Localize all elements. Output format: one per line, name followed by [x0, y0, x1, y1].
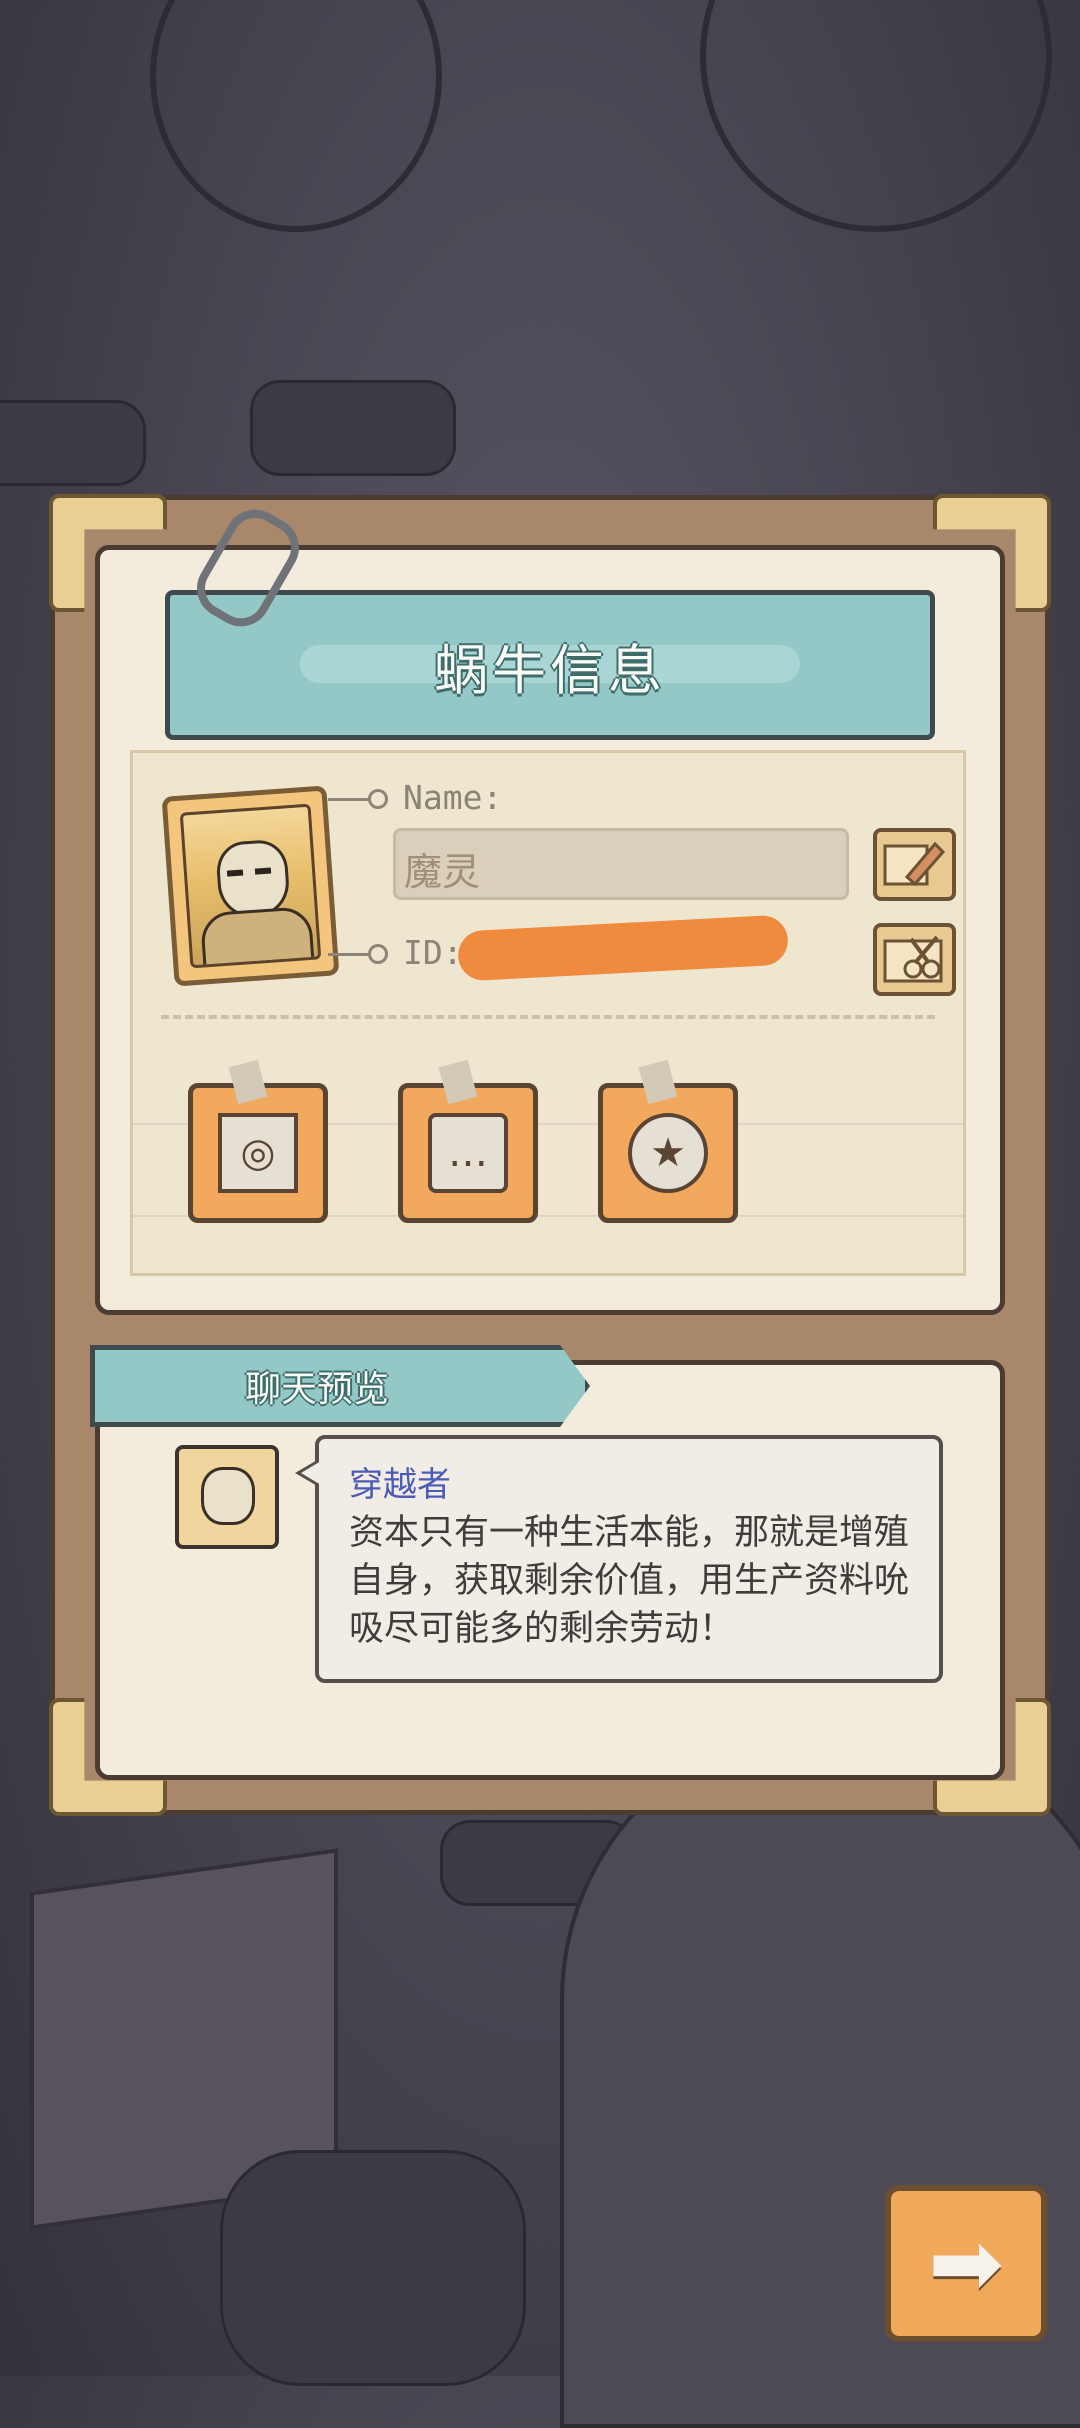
action-button-spiral[interactable]: ◎: [188, 1059, 328, 1223]
profile-card: 蜗牛信息 Name: 魔灵 ID: E ◎ … ★: [95, 545, 1005, 1315]
info-box: Name: 魔灵 ID: E o: [130, 750, 966, 1276]
edit-name-button[interactable]: [873, 828, 956, 901]
avatar-portrait: [179, 803, 322, 969]
copy-id-button[interactable]: [873, 923, 956, 996]
avatar-eye: [226, 869, 244, 877]
chat-bubble: 穿越者 资本只有一种生活本能，那就是增殖自身，获取剩余价值，用生产资料吮吸尽可能…: [295, 1435, 943, 1683]
name-label: Name:: [403, 778, 503, 817]
spiral-icon: ◎: [218, 1113, 298, 1193]
avatar[interactable]: [161, 785, 340, 987]
avatar-coat: [199, 905, 315, 969]
avatar-eye: [254, 867, 272, 875]
chat-sender: 穿越者: [349, 1465, 451, 1505]
chat-preview-banner: 聊天预览: [90, 1345, 590, 1427]
connector-dot: [368, 944, 388, 964]
star-icon: ★: [628, 1113, 708, 1193]
name-field[interactable]: 魔灵: [393, 828, 849, 900]
pencil-icon: [883, 841, 946, 887]
background-cable: [150, 0, 442, 232]
chat-bubble-icon: …: [428, 1113, 508, 1193]
background-pipe: [0, 400, 146, 486]
connector-dot: [368, 789, 388, 809]
profile-panel: 蜗牛信息 Name: 魔灵 ID: E ◎ … ★ 聊天预览 穿越者 资本只有一…: [49, 494, 1051, 1816]
chat-preview-card: 聊天预览 穿越者 资本只有一种生活本能，那就是增殖自身，获取剩余价值，用生产资料…: [90, 1345, 1005, 1780]
name-value: 魔灵: [404, 850, 481, 894]
redaction-mark: [456, 914, 790, 982]
chat-avatar: [175, 1445, 279, 1549]
chat-preview-title: 聊天预览: [245, 1369, 390, 1410]
action-button-chat[interactable]: …: [398, 1059, 538, 1223]
arrow-right-icon: ➡: [928, 2211, 1004, 2316]
tape: [228, 1059, 268, 1105]
panel-title: 蜗牛信息: [434, 638, 666, 702]
chat-message: 资本只有一种生活本能，那就是增殖自身，获取剩余价值，用生产资料吮吸尽可能多的剩余…: [349, 1513, 910, 1649]
next-button[interactable]: ➡: [885, 2185, 1047, 2342]
action-button-star[interactable]: ★: [598, 1059, 738, 1223]
connector-line: [328, 798, 373, 801]
background-tank: [250, 380, 456, 476]
connector-line: [328, 953, 373, 956]
background-coil: [220, 2150, 526, 2386]
tape: [638, 1059, 678, 1105]
dashed-divider: [161, 1015, 935, 1019]
background-cable: [700, 0, 1052, 232]
tape: [438, 1059, 478, 1105]
avatar-face: [201, 1467, 255, 1525]
scissors-icon: [883, 935, 943, 983]
title-banner: 蜗牛信息: [165, 590, 935, 740]
